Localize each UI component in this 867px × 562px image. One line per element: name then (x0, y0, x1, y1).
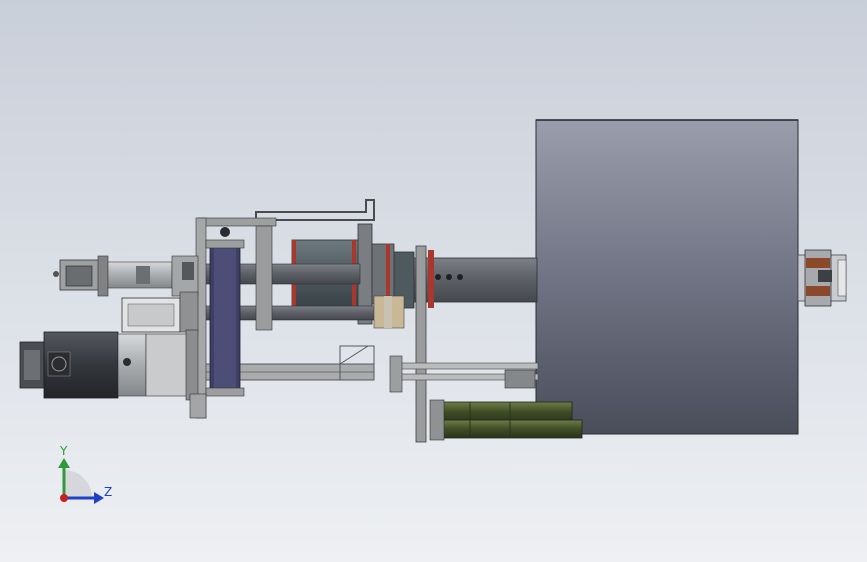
servo-motor[interactable] (19, 329, 199, 401)
coordinate-triad: Y Z (58, 444, 112, 504)
y-axis-arrow (58, 458, 70, 468)
drum-assembly[interactable] (535, 119, 799, 435)
main-shaft[interactable] (391, 251, 538, 309)
z-axis-arrow (94, 492, 104, 504)
support-leg[interactable] (189, 393, 207, 419)
middle-motor[interactable] (121, 291, 199, 333)
timing-pulley[interactable] (205, 227, 245, 397)
green-rollers[interactable] (429, 399, 583, 441)
z-axis-label: Z (104, 485, 112, 499)
cad-viewport[interactable]: Y Z (0, 0, 867, 562)
lower-rails[interactable] (389, 355, 539, 393)
end-connector[interactable] (797, 249, 847, 307)
upper-motor[interactable] (53, 255, 199, 297)
y-axis-label: Y (59, 444, 68, 458)
triad-quarter-disc (64, 470, 92, 498)
x-axis-point (60, 494, 68, 502)
